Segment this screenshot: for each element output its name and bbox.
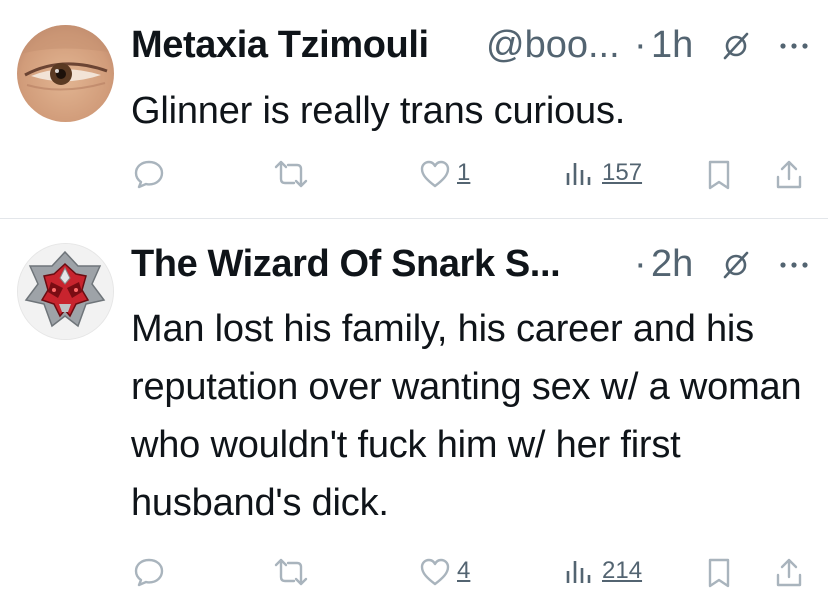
views-count: 157	[602, 159, 643, 186]
like-icon	[420, 160, 450, 188]
views-count: 214	[602, 557, 643, 584]
more-icon[interactable]	[779, 41, 809, 51]
reply-icon	[134, 160, 164, 189]
author-name[interactable]: The Wizard Of Snark S...	[131, 239, 561, 289]
share-button[interactable]	[774, 154, 806, 194]
tweet-header: Metaxia Tzimouli @boo... · 1h	[131, 20, 828, 70]
repost-icon	[274, 160, 308, 188]
share-icon	[776, 558, 802, 587]
masked-helmet-avatar	[18, 244, 113, 339]
like-button[interactable]: 1	[419, 154, 479, 194]
reply-button[interactable]	[133, 552, 173, 592]
author-name[interactable]: Metaxia Tzimouli	[131, 20, 429, 70]
views-icon	[566, 163, 591, 185]
share-icon	[776, 160, 802, 189]
like-count: 1	[457, 159, 471, 186]
tweet-time[interactable]: 1h	[651, 20, 693, 70]
action-bar: 4 214	[0, 552, 828, 592]
repost-button[interactable]	[272, 154, 317, 194]
tweet-card[interactable]: Metaxia Tzimouli @boo... · 1h Glinner is…	[0, 0, 828, 218]
tweet-header: The Wizard Of Snark S... · 2h	[131, 239, 828, 289]
eye-closeup-avatar	[17, 25, 114, 122]
tweet-time[interactable]: 2h	[651, 239, 693, 289]
views-button[interactable]: 214	[564, 552, 654, 592]
reply-button[interactable]	[133, 154, 173, 194]
separator-dot: ·	[634, 24, 647, 66]
action-bar: 1 157	[0, 154, 828, 194]
tweet-card[interactable]: The Wizard Of Snark S... · 2h Man lost h…	[0, 219, 828, 608]
like-count: 4	[457, 557, 471, 584]
bookmark-icon	[708, 160, 730, 190]
author-handle[interactable]: @boo...	[486, 20, 620, 70]
tweet-text: Glinner is really trans curious.	[131, 90, 626, 132]
avatar[interactable]	[17, 25, 114, 122]
like-icon	[420, 558, 450, 586]
views-button[interactable]: 157	[564, 154, 654, 194]
repost-icon	[274, 558, 308, 586]
bookmark-icon	[708, 558, 730, 588]
more-icon[interactable]	[779, 260, 809, 270]
grok-icon[interactable]	[721, 250, 751, 280]
tweet-text: Man lost his family, his career and his …	[131, 308, 802, 524]
separator-dot: ·	[634, 243, 647, 285]
bookmark-button[interactable]	[706, 552, 736, 592]
repost-button[interactable]	[272, 552, 317, 592]
bookmark-button[interactable]	[706, 154, 736, 194]
share-button[interactable]	[774, 552, 806, 592]
like-button[interactable]: 4	[419, 552, 479, 592]
avatar[interactable]	[17, 243, 114, 340]
reply-icon	[134, 558, 164, 587]
views-icon	[566, 561, 591, 583]
timeline-feed: Metaxia Tzimouli @boo... · 1h Glinner is…	[0, 0, 828, 608]
grok-icon[interactable]	[721, 31, 751, 61]
